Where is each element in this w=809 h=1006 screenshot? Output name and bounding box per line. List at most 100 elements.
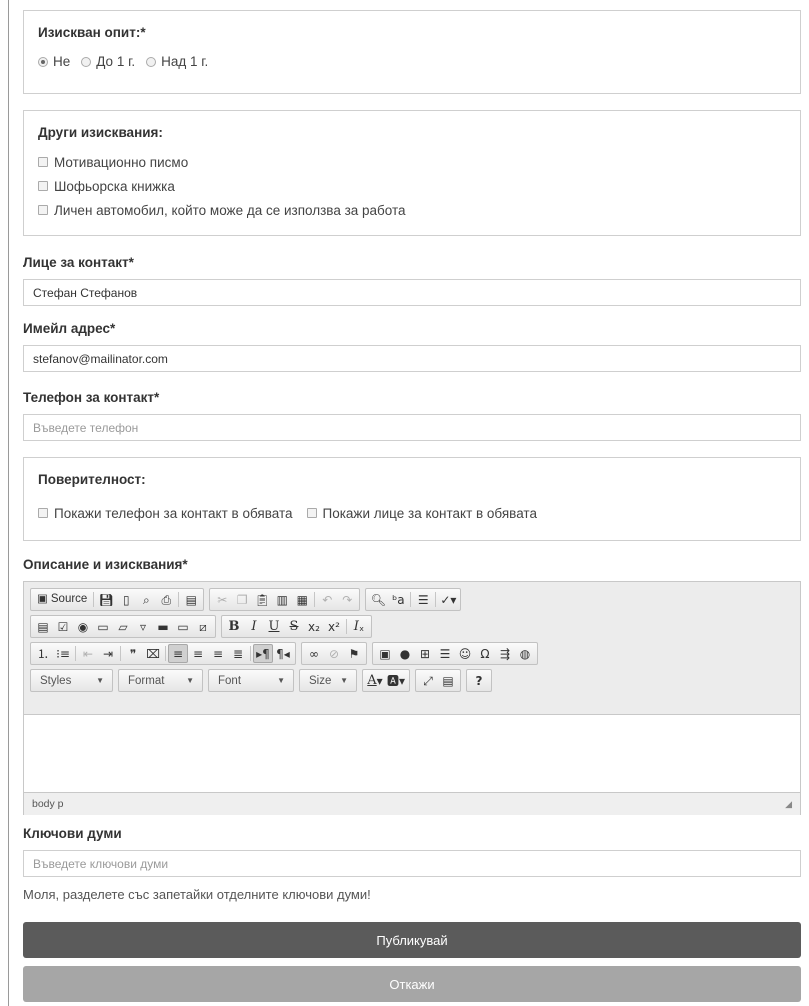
radio-upto1[interactable] <box>81 56 92 67</box>
hidden-field-icon[interactable]: ⧄ <box>193 617 213 636</box>
radio-none[interactable] <box>38 56 48 67</box>
option-driving-license[interactable]: Шофьорска книжка <box>38 174 786 198</box>
privacy-title: Поверителност: <box>38 472 146 487</box>
align-left-icon[interactable]: ≡ <box>168 644 188 663</box>
table-icon[interactable]: ⊞ <box>415 644 435 663</box>
smiley-icon[interactable]: ☺ <box>455 644 475 663</box>
numbered-list-icon[interactable]: ⒈ <box>33 644 53 663</box>
find-icon[interactable]: 🔍︎ <box>368 590 388 609</box>
cut-icon[interactable]: ✂ <box>212 590 232 609</box>
select-all-icon[interactable]: ☰ <box>413 590 433 609</box>
new-page-icon[interactable]: ▯ <box>116 590 136 609</box>
styles-dropdown[interactable]: Styles ▼ <box>30 669 113 692</box>
radio-icon[interactable]: ◉ <box>73 617 93 636</box>
image-icon[interactable]: ▣ <box>375 644 395 663</box>
phone-input[interactable] <box>23 414 801 441</box>
option-label: Покажи телефон за контакт в обявата <box>54 505 293 521</box>
maximize-icon[interactable]: ⤢ <box>418 671 438 690</box>
anchor-icon[interactable]: ⚑ <box>344 644 364 663</box>
remove-format-icon[interactable]: Iₓ <box>349 617 369 636</box>
page-break-icon[interactable]: ⇶ <box>495 644 515 663</box>
text-color-icon[interactable]: A ▾ <box>365 671 385 690</box>
outdent-icon[interactable]: ⇤ <box>78 644 98 663</box>
rich-text-editor: ▣ Source 💾︎ ▯ ⌕ ⎙ ▤ ✂ ❐ 📋︎ ▥ ▦ ↶ ↷ 🔍︎ ᵇa… <box>23 581 801 815</box>
paste-word-icon[interactable]: ▦ <box>292 590 312 609</box>
undo-icon[interactable]: ↶ <box>317 590 337 609</box>
bold-icon[interactable]: B <box>224 617 244 636</box>
experience-option-over1[interactable]: Над 1 г. <box>146 54 208 69</box>
experience-option-upto1[interactable]: До 1 г. <box>81 54 135 69</box>
editor-statusbar: body p ◢ <box>24 793 800 815</box>
form-icon[interactable]: ▤ <box>33 617 53 636</box>
flash-icon[interactable]: ● <box>395 644 415 663</box>
checkbox-icon[interactable]: ☑ <box>53 617 73 636</box>
size-dropdown[interactable]: Size ▼ <box>299 669 357 692</box>
radio-over1[interactable] <box>146 56 157 67</box>
preview-icon[interactable]: ⌕ <box>136 590 156 609</box>
contact-person-label: Лице за контакт* <box>23 255 134 270</box>
source-button[interactable]: ▣ Source <box>33 590 91 609</box>
horizontal-line-icon[interactable]: ☰ <box>435 644 455 663</box>
checkbox-driving-license[interactable] <box>38 181 48 191</box>
option-show-phone[interactable]: Покажи телефон за контакт в обявата <box>38 506 293 521</box>
image-button-icon[interactable]: ▭ <box>173 617 193 636</box>
unlink-icon[interactable]: ⊘ <box>324 644 344 663</box>
subscript-icon[interactable]: x₂ <box>304 617 324 636</box>
option-label: Личен автомобил, който може да се използ… <box>54 202 406 218</box>
checkbox-show-phone[interactable] <box>38 508 48 518</box>
help-button[interactable]: ? <box>469 671 489 690</box>
show-blocks-icon[interactable]: ▤ <box>438 671 458 690</box>
select-icon[interactable]: ▿ <box>133 617 153 636</box>
strike-icon[interactable]: S <box>284 617 304 636</box>
bg-color-icon[interactable]: 🅰︎▾ <box>385 671 407 690</box>
replace-icon[interactable]: ᵇa <box>388 590 408 609</box>
templates-icon[interactable]: ▤ <box>181 590 201 609</box>
keywords-input[interactable] <box>23 850 801 877</box>
editor-content-area[interactable] <box>24 715 800 793</box>
resize-handle-icon[interactable]: ◢ <box>785 799 792 810</box>
option-show-contact[interactable]: Покажи лице за контакт в обявата <box>306 506 537 521</box>
copy-icon[interactable]: ❐ <box>232 590 252 609</box>
textarea-icon[interactable]: ▱ <box>113 617 133 636</box>
paste-text-icon[interactable]: ▥ <box>272 590 292 609</box>
italic-icon[interactable]: I <box>244 617 264 636</box>
rtl-icon[interactable]: ¶◂ <box>273 644 293 663</box>
checkbox-personal-car[interactable] <box>38 205 48 215</box>
cancel-button[interactable]: Откажи <box>23 966 801 1002</box>
experience-panel: Изискван опит:* Не До 1 г. Над 1 г. <box>23 10 801 94</box>
format-dropdown[interactable]: Format ▼ <box>118 669 203 692</box>
font-dropdown[interactable]: Font ▼ <box>208 669 294 692</box>
email-input[interactable] <box>23 345 801 372</box>
button-icon[interactable]: ▬ <box>153 617 173 636</box>
paste-icon[interactable]: 📋︎ <box>252 590 272 609</box>
textfield-icon[interactable]: ▭ <box>93 617 113 636</box>
checkbox-motivation-letter[interactable] <box>38 157 48 167</box>
save-icon[interactable]: 💾︎ <box>96 590 116 609</box>
checkbox-show-contact[interactable] <box>306 508 317 518</box>
blockquote-icon[interactable]: ❞ <box>123 644 143 663</box>
bulleted-list-icon[interactable]: ⁝≡ <box>53 644 73 663</box>
option-personal-car[interactable]: Личен автомобил, който може да се използ… <box>38 198 786 222</box>
link-icon[interactable]: ∞ <box>304 644 324 663</box>
div-container-icon[interactable]: ⌧ <box>143 644 163 663</box>
experience-option-none[interactable]: Не <box>38 54 70 69</box>
justify-icon[interactable]: ≣ <box>228 644 248 663</box>
special-char-icon[interactable]: Ω <box>475 644 495 663</box>
indent-icon[interactable]: ⇥ <box>98 644 118 663</box>
chevron-down-icon: ▼ <box>186 676 194 685</box>
superscript-icon[interactable]: x² <box>324 617 344 636</box>
element-path[interactable]: body p <box>32 798 64 810</box>
align-center-icon[interactable]: ≡ <box>188 644 208 663</box>
spellcheck-icon[interactable]: ✓▾ <box>438 590 458 609</box>
option-motivation-letter[interactable]: Мотивационно писмо <box>38 150 786 174</box>
description-group: Описание и изисквания* ▣ Source 💾︎ ▯ ⌕ ⎙ … <box>23 557 801 815</box>
publish-button[interactable]: Публикувай <box>23 922 801 958</box>
ltr-icon[interactable]: ▸¶ <box>253 644 273 663</box>
print-icon[interactable]: ⎙ <box>156 590 176 609</box>
redo-icon[interactable]: ↷ <box>337 590 357 609</box>
underline-icon[interactable]: U <box>264 617 284 636</box>
iframe-icon[interactable]: ◍ <box>515 644 535 663</box>
contact-person-input[interactable] <box>23 279 801 306</box>
align-right-icon[interactable]: ≡ <box>208 644 228 663</box>
email-label: Имейл адрес* <box>23 321 116 336</box>
